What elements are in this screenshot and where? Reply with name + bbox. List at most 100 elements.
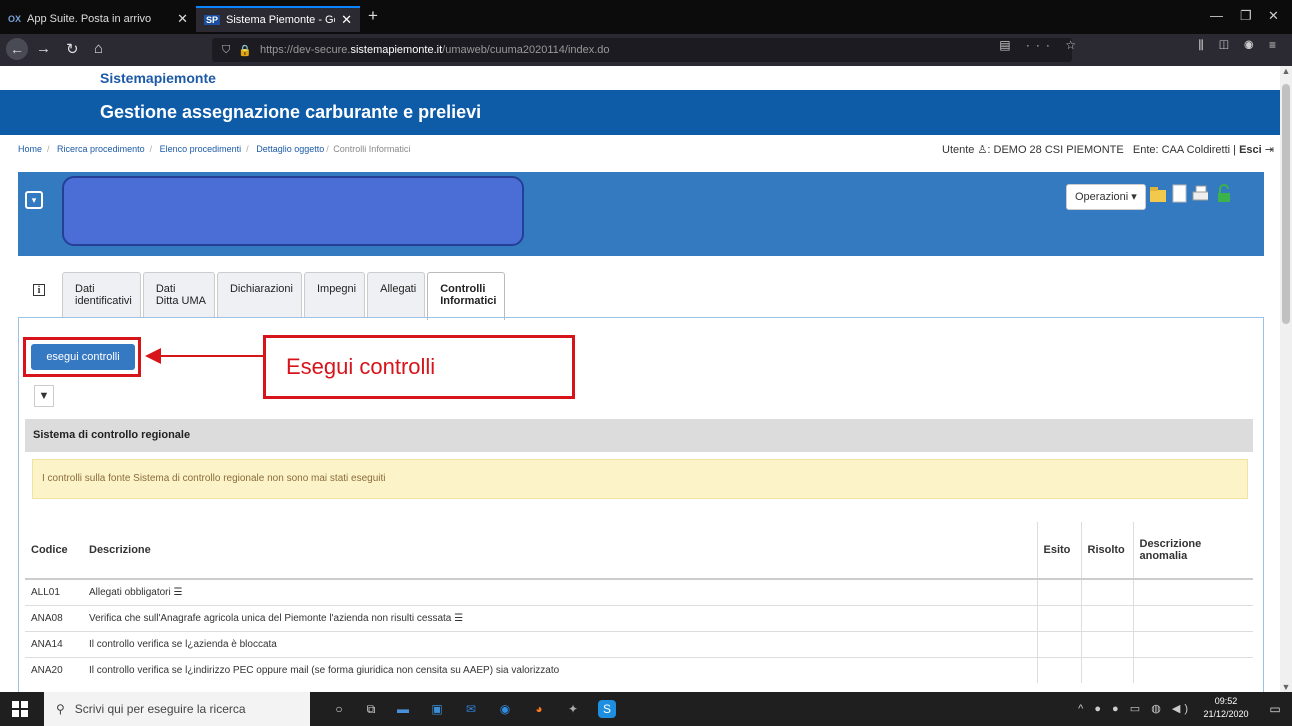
- controls-table: Codice Descrizione Esito Risolto Descriz…: [25, 522, 1253, 683]
- scrollbar-thumb[interactable]: [1282, 84, 1290, 324]
- breadcrumb: Home / Ricerca procedimento / Elenco proce…: [18, 144, 411, 154]
- taskbar-clock[interactable]: 09:52 21/12/2020: [1198, 695, 1254, 721]
- clock-date: 21/12/2020: [1203, 709, 1249, 719]
- logout-link[interactable]: Esci: [1239, 144, 1262, 156]
- windows-start-icon[interactable]: [12, 701, 28, 717]
- tab-allegati[interactable]: Allegati: [367, 272, 426, 318]
- new-tab-icon[interactable]: +: [368, 6, 378, 26]
- close-window-icon[interactable]: ✕: [1268, 8, 1279, 24]
- scroll-up-icon[interactable]: ▲: [1280, 66, 1292, 76]
- table-row: ANA14 Il controllo verifica se l¿azienda…: [25, 630, 1253, 657]
- filter-icon[interactable]: ▼: [34, 385, 54, 407]
- browser-tab-mail[interactable]: OX App Suite. Posta in arrivo ✕: [0, 6, 196, 32]
- home-icon[interactable]: ⌂: [94, 40, 103, 57]
- cell-description: Allegati obbligatori ☰: [83, 578, 1037, 605]
- table-row: ANA20 Il controllo verifica se l¿indiriz…: [25, 656, 1253, 683]
- tab-dati-ditta-uma[interactable]: Dati Ditta UMA: [142, 272, 215, 318]
- logout-icon[interactable]: ⇥: [1265, 144, 1274, 156]
- browser-nav-bar: ← → ↻ ⌂ ⛉ 🔒 https://dev-secure. sistemapi…: [0, 34, 1292, 66]
- site-brand[interactable]: Sistemapiemonte: [0, 66, 1280, 90]
- unlock-icon[interactable]: [1216, 184, 1232, 204]
- list-detail-icon[interactable]: ☰: [454, 613, 463, 624]
- cell-esito: [1036, 578, 1081, 605]
- list-detail-icon[interactable]: ☰: [174, 587, 183, 598]
- file-explorer-icon[interactable]: ▬: [394, 700, 412, 718]
- cell-code: ANA20: [25, 656, 83, 683]
- browser-tab-sistema-piemonte[interactable]: SP Sistema Piemonte - Gestione a ✕: [196, 6, 360, 32]
- tab-label: Dati: [155, 283, 176, 295]
- breadcrumb-elenco[interactable]: Elenco procedimenti: [160, 144, 242, 154]
- tab-label: Impegni: [316, 283, 357, 295]
- task-view-icon[interactable]: ⧉: [362, 700, 380, 718]
- tab-label: Dichiarazioni: [229, 283, 293, 295]
- cell-code: ANA08: [25, 604, 83, 631]
- shield-icon[interactable]: ⛉: [222, 44, 230, 57]
- section-title: Sistema di controllo regionale: [25, 419, 1253, 452]
- operations-label: Operazioni: [1075, 191, 1129, 203]
- vertical-scrollbar[interactable]: ▲ ▼: [1280, 66, 1292, 692]
- operations-dropdown[interactable]: Operazioni ▾: [1066, 184, 1146, 210]
- breadcrumb-current: Controlli Informatici: [333, 144, 411, 154]
- tab-title: App Suite. Posta in arrivo: [27, 13, 152, 25]
- tab-impegni[interactable]: Impegni: [303, 272, 366, 318]
- close-tab-icon[interactable]: ✕: [177, 11, 188, 27]
- url-path: /umaweb/cuuma2020114/index.do: [442, 44, 610, 56]
- run-controls-button[interactable]: esegui controlli: [31, 344, 135, 370]
- windows-taskbar: ⚲ Scrivi qui per eseguire la ricerca ○ ⧉…: [0, 692, 1292, 726]
- lock-icon[interactable]: 🔒: [238, 44, 252, 57]
- folder-icon[interactable]: [1150, 184, 1166, 204]
- store-icon[interactable]: ▣: [428, 700, 446, 718]
- cell-esito: [1036, 630, 1081, 657]
- close-tab-icon[interactable]: ✕: [341, 12, 352, 28]
- cell-esito: [1036, 604, 1081, 631]
- breadcrumb-home[interactable]: Home: [18, 144, 42, 154]
- restore-icon[interactable]: ❐: [1240, 8, 1252, 24]
- reload-icon[interactable]: ↻: [66, 40, 79, 58]
- notification-icon[interactable]: ▭: [1266, 700, 1284, 718]
- cell-code: ALL01: [25, 578, 83, 605]
- breadcrumb-dettaglio[interactable]: Dettaglio oggetto: [256, 144, 324, 154]
- back-icon[interactable]: ←: [6, 38, 28, 60]
- cell-description: Il controllo verifica se l¿azienda è blo…: [83, 630, 1037, 657]
- url-bar[interactable]: ⛉ 🔒 https://dev-secure. sistemapiemonte.i…: [212, 38, 1072, 62]
- tab-label: Dati: [75, 283, 95, 295]
- info-icon[interactable]: i: [33, 284, 45, 296]
- firefox-icon[interactable]: ◕: [530, 700, 548, 718]
- table-row: ANA08 Verifica che sull'Anagrafe agricol…: [25, 604, 1253, 631]
- print-icon[interactable]: [1192, 184, 1208, 204]
- search-icon: ⚲: [56, 702, 65, 716]
- search-placeholder: Scrivi qui per eseguire la ricerca: [74, 702, 246, 716]
- table-row: ALL01 Allegati obbligatori ☰: [25, 578, 1253, 605]
- header-line: Descrizione: [1139, 538, 1202, 550]
- mail-icon[interactable]: ✉: [462, 700, 480, 718]
- document-icon[interactable]: [1172, 184, 1188, 204]
- minimize-icon[interactable]: —: [1210, 8, 1223, 23]
- tab-controlli-informatici[interactable]: Controlli Informatici: [427, 272, 506, 320]
- tab-dichiarazioni[interactable]: Dichiarazioni: [216, 272, 302, 318]
- user-name: DEMO 28 CSI PIEMONTE: [993, 143, 1124, 156]
- forward-icon[interactable]: →: [36, 40, 51, 57]
- collapse-toggle-icon[interactable]: ▾: [25, 191, 43, 209]
- user-info: Utente ♙: DEMO 28 CSI PIEMONTE Ente: CAA…: [942, 143, 1274, 156]
- breadcrumb-ricerca[interactable]: Ricerca procedimento: [57, 144, 145, 154]
- page-title: Gestione assegnazione carburante e preli…: [0, 90, 1280, 135]
- app-icon[interactable]: ✦: [564, 700, 582, 718]
- cortana-icon[interactable]: ○: [330, 700, 348, 718]
- system-tray-icon[interactable]: ^ ● ● ▭ ◍ ◀): [1078, 702, 1192, 715]
- url-prefix: https://dev-secure.: [259, 44, 351, 56]
- page-content: Sistemapiemonte Gestione assegnazione ca…: [0, 66, 1280, 692]
- cell-risolto: [1080, 604, 1133, 631]
- section-tabs: Dati identificativi Dati Ditta UMA Dichi…: [62, 272, 507, 320]
- scroll-down-icon[interactable]: ▼: [1280, 682, 1292, 692]
- library-icon[interactable]: ⫼ ◫ ◉ ≡: [1198, 38, 1282, 53]
- edge-icon[interactable]: ◉: [496, 700, 514, 718]
- taskbar-search[interactable]: ⚲ Scrivi qui per eseguire la ricerca: [44, 692, 310, 726]
- description-text: Allegati obbligatori: [89, 586, 171, 598]
- column-header-risolto: Risolto: [1080, 522, 1133, 580]
- cell-description: Verifica che sull'Anagrafe agricola unic…: [83, 604, 1037, 631]
- cell-descrizione-anomalia: [1132, 604, 1253, 631]
- skype-icon[interactable]: S: [598, 700, 616, 718]
- tab-dati-identificativi[interactable]: Dati identificativi: [62, 272, 141, 318]
- reader-view-icon[interactable]: ▤ ··· ☆: [999, 38, 1082, 52]
- column-header-descrizione: Descrizione: [83, 522, 1037, 580]
